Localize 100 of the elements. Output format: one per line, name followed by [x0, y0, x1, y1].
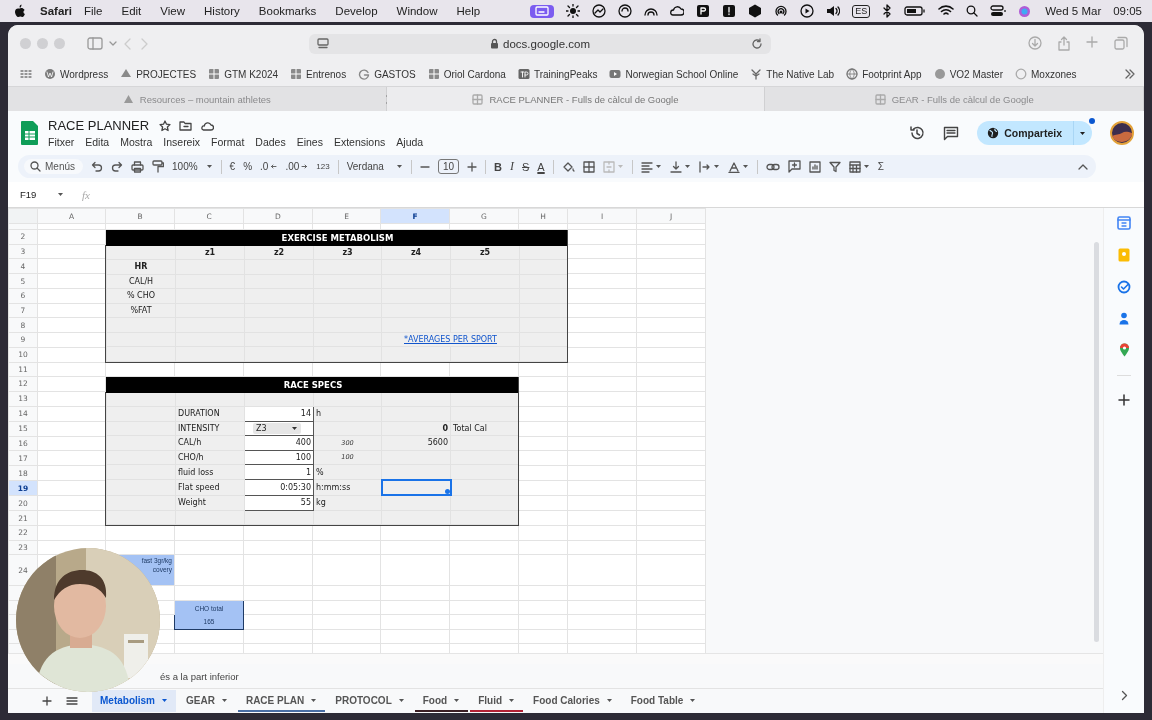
align-dropdown[interactable] [640, 160, 662, 173]
bookmark-item[interactable]: Entrenos [290, 68, 347, 80]
menu-item[interactable]: Bookmarks [258, 5, 317, 17]
map-pin-icon[interactable] [1118, 343, 1130, 357]
menu-item[interactable]: Format [211, 136, 245, 148]
bookmark-item[interactable]: Wordpress [44, 68, 109, 80]
menu-item[interactable]: Fitxer [48, 136, 75, 148]
link-icon[interactable] [765, 161, 780, 172]
browser-tab[interactable]: RACE PLANNER - Fulls de càlcul de Google [386, 87, 766, 111]
sheet-tab[interactable]: Fluid [470, 690, 524, 712]
search-menus-field[interactable]: Menús [24, 159, 83, 174]
bookmark-item[interactable]: Moxzones [1015, 68, 1077, 80]
chart-icon[interactable] [808, 160, 821, 173]
menu-item[interactable]: Ajuda [396, 136, 424, 148]
calendar-icon[interactable] [1117, 216, 1131, 230]
spiral-icon[interactable] [618, 4, 633, 18]
sheet-tab[interactable]: RACE PLAN [237, 690, 326, 712]
sheet-list-icon[interactable] [66, 696, 78, 706]
bold-button[interactable]: B [494, 160, 502, 173]
sheets-logo-icon[interactable] [20, 120, 40, 146]
apps-grid-icon[interactable] [20, 69, 32, 79]
menu-item[interactable]: Dades [255, 136, 286, 148]
history-icon[interactable] [909, 125, 926, 141]
font-dropdown[interactable]: Verdana [346, 161, 403, 172]
plus-icon[interactable] [1118, 394, 1130, 406]
bookmark-item[interactable]: PROJECTES [120, 68, 197, 80]
paint-format-icon[interactable] [152, 160, 164, 173]
plus-icon[interactable] [467, 161, 478, 172]
search-icon[interactable] [966, 5, 979, 17]
menu-item[interactable]: Eines [296, 136, 323, 148]
currency-button[interactable]: € [229, 161, 236, 172]
add-sheet-icon[interactable] [42, 696, 52, 706]
star-icon[interactable] [159, 119, 172, 132]
input-source-indicator[interactable]: ES [852, 4, 871, 18]
link[interactable]: *AVERAGES PER SPORT [381, 332, 520, 347]
bookmark-item[interactable]: Oriol Cardona [427, 68, 506, 80]
italic-button[interactable]: I [510, 159, 514, 174]
sheet-tab[interactable]: Food Calories [525, 690, 621, 712]
menu-item[interactable]: Insereix [163, 136, 201, 148]
undo-icon[interactable] [91, 161, 103, 172]
sheet-tab[interactable]: PROTOCOL [327, 690, 413, 712]
speaker-icon[interactable] [826, 4, 841, 18]
merge-cells-button[interactable] [602, 160, 624, 173]
bookmark-item[interactable]: VO2 Master [933, 68, 1003, 80]
gauge-icon[interactable] [592, 4, 607, 18]
sheet-tab[interactable]: Metabolism [92, 690, 176, 712]
text-rotation-dropdown[interactable] [727, 160, 749, 173]
menu-item[interactable]: Extensions [333, 136, 386, 148]
decrease-decimals-button[interactable]: .0 [260, 161, 278, 172]
menu-item[interactable]: Edit [121, 5, 142, 17]
print-icon[interactable] [131, 160, 144, 173]
functions-dropdown[interactable] [848, 160, 870, 173]
menu-item[interactable]: Window [396, 5, 438, 17]
fill-color-icon[interactable] [561, 160, 575, 173]
font-size-field[interactable]: 10 [437, 159, 460, 174]
more-bookmarks-icon[interactable] [1124, 69, 1136, 79]
number-format-button[interactable]: 123 [316, 162, 330, 171]
menu-item[interactable]: Mostra [120, 136, 153, 148]
scrollbar[interactable] [1093, 242, 1099, 642]
bookmark-item[interactable]: GASTOS [358, 68, 416, 80]
cloud-icon[interactable] [670, 4, 685, 18]
menu-item[interactable]: View [160, 5, 186, 17]
expand-panel-icon[interactable] [1120, 690, 1128, 701]
menu-item[interactable]: Help [456, 5, 481, 17]
bookmark-item[interactable]: The Native Lab [750, 68, 835, 80]
siri-icon[interactable] [1018, 4, 1032, 18]
menu-item[interactable]: Edita [85, 136, 110, 148]
wifi-icon[interactable] [938, 5, 955, 17]
add-comment-icon[interactable] [787, 160, 801, 173]
text-color-button[interactable]: A [537, 160, 545, 173]
sun-icon[interactable] [566, 4, 581, 18]
filter-icon[interactable] [828, 160, 841, 173]
vertical-align-dropdown[interactable] [669, 160, 691, 173]
percent-button[interactable]: % [243, 161, 253, 172]
alert-icon[interactable] [722, 4, 737, 18]
reload-icon[interactable] [751, 37, 763, 50]
menu-item[interactable]: History [204, 5, 240, 17]
avatar[interactable] [1110, 121, 1134, 145]
document-title[interactable]: RACE PLANNER [48, 118, 150, 133]
comment-icon[interactable] [943, 125, 960, 141]
redo-icon[interactable] [111, 161, 123, 172]
play-icon[interactable] [800, 4, 815, 18]
increase-decimals-button[interactable]: .00 [285, 161, 309, 172]
app-name[interactable]: Safari [40, 5, 72, 17]
bookmark-item[interactable]: Norwegian School Online [609, 68, 739, 80]
menu-item[interactable]: Develop [335, 5, 378, 17]
bookmark-item[interactable]: GTM K2024 [208, 68, 279, 80]
name-box[interactable]: F19 [20, 189, 64, 200]
bluetooth-icon[interactable] [882, 4, 893, 18]
screen-share-icon[interactable] [530, 4, 555, 18]
hexagon-icon[interactable] [748, 4, 763, 18]
person-icon[interactable] [1119, 312, 1129, 325]
page-menu-icon[interactable] [317, 38, 329, 49]
bookmark-item[interactable]: TrainingPeaks [517, 68, 598, 80]
strikethrough-button[interactable]: S [522, 160, 530, 173]
folder-icon[interactable] [179, 120, 193, 131]
square-icon[interactable] [696, 4, 711, 18]
bookmark-item[interactable]: Footprint App [846, 68, 922, 80]
share-button[interactable]: Comparteix [977, 121, 1092, 145]
selected-cell[interactable] [381, 479, 451, 495]
